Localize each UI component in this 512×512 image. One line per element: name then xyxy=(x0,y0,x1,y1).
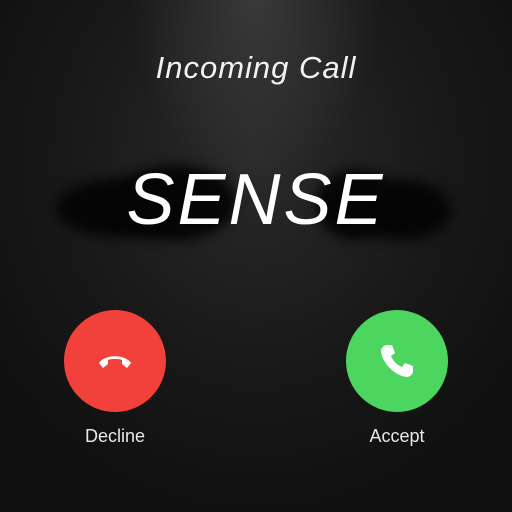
call-status-title: Incoming Call xyxy=(155,50,357,85)
incoming-call-screen: Incoming Call SENSE Decline Accept xyxy=(0,0,512,512)
accept-action: Accept xyxy=(337,310,457,447)
phone-hangup-icon xyxy=(99,356,131,368)
caller-name: SENSE xyxy=(126,160,386,240)
accept-label: Accept xyxy=(369,426,425,446)
caller-area: SENSE xyxy=(56,150,456,250)
accept-button[interactable] xyxy=(346,310,448,412)
decline-button[interactable] xyxy=(64,310,166,412)
phone-icon xyxy=(381,345,413,377)
decline-action: Decline xyxy=(55,310,175,447)
decline-label: Decline xyxy=(84,426,146,446)
